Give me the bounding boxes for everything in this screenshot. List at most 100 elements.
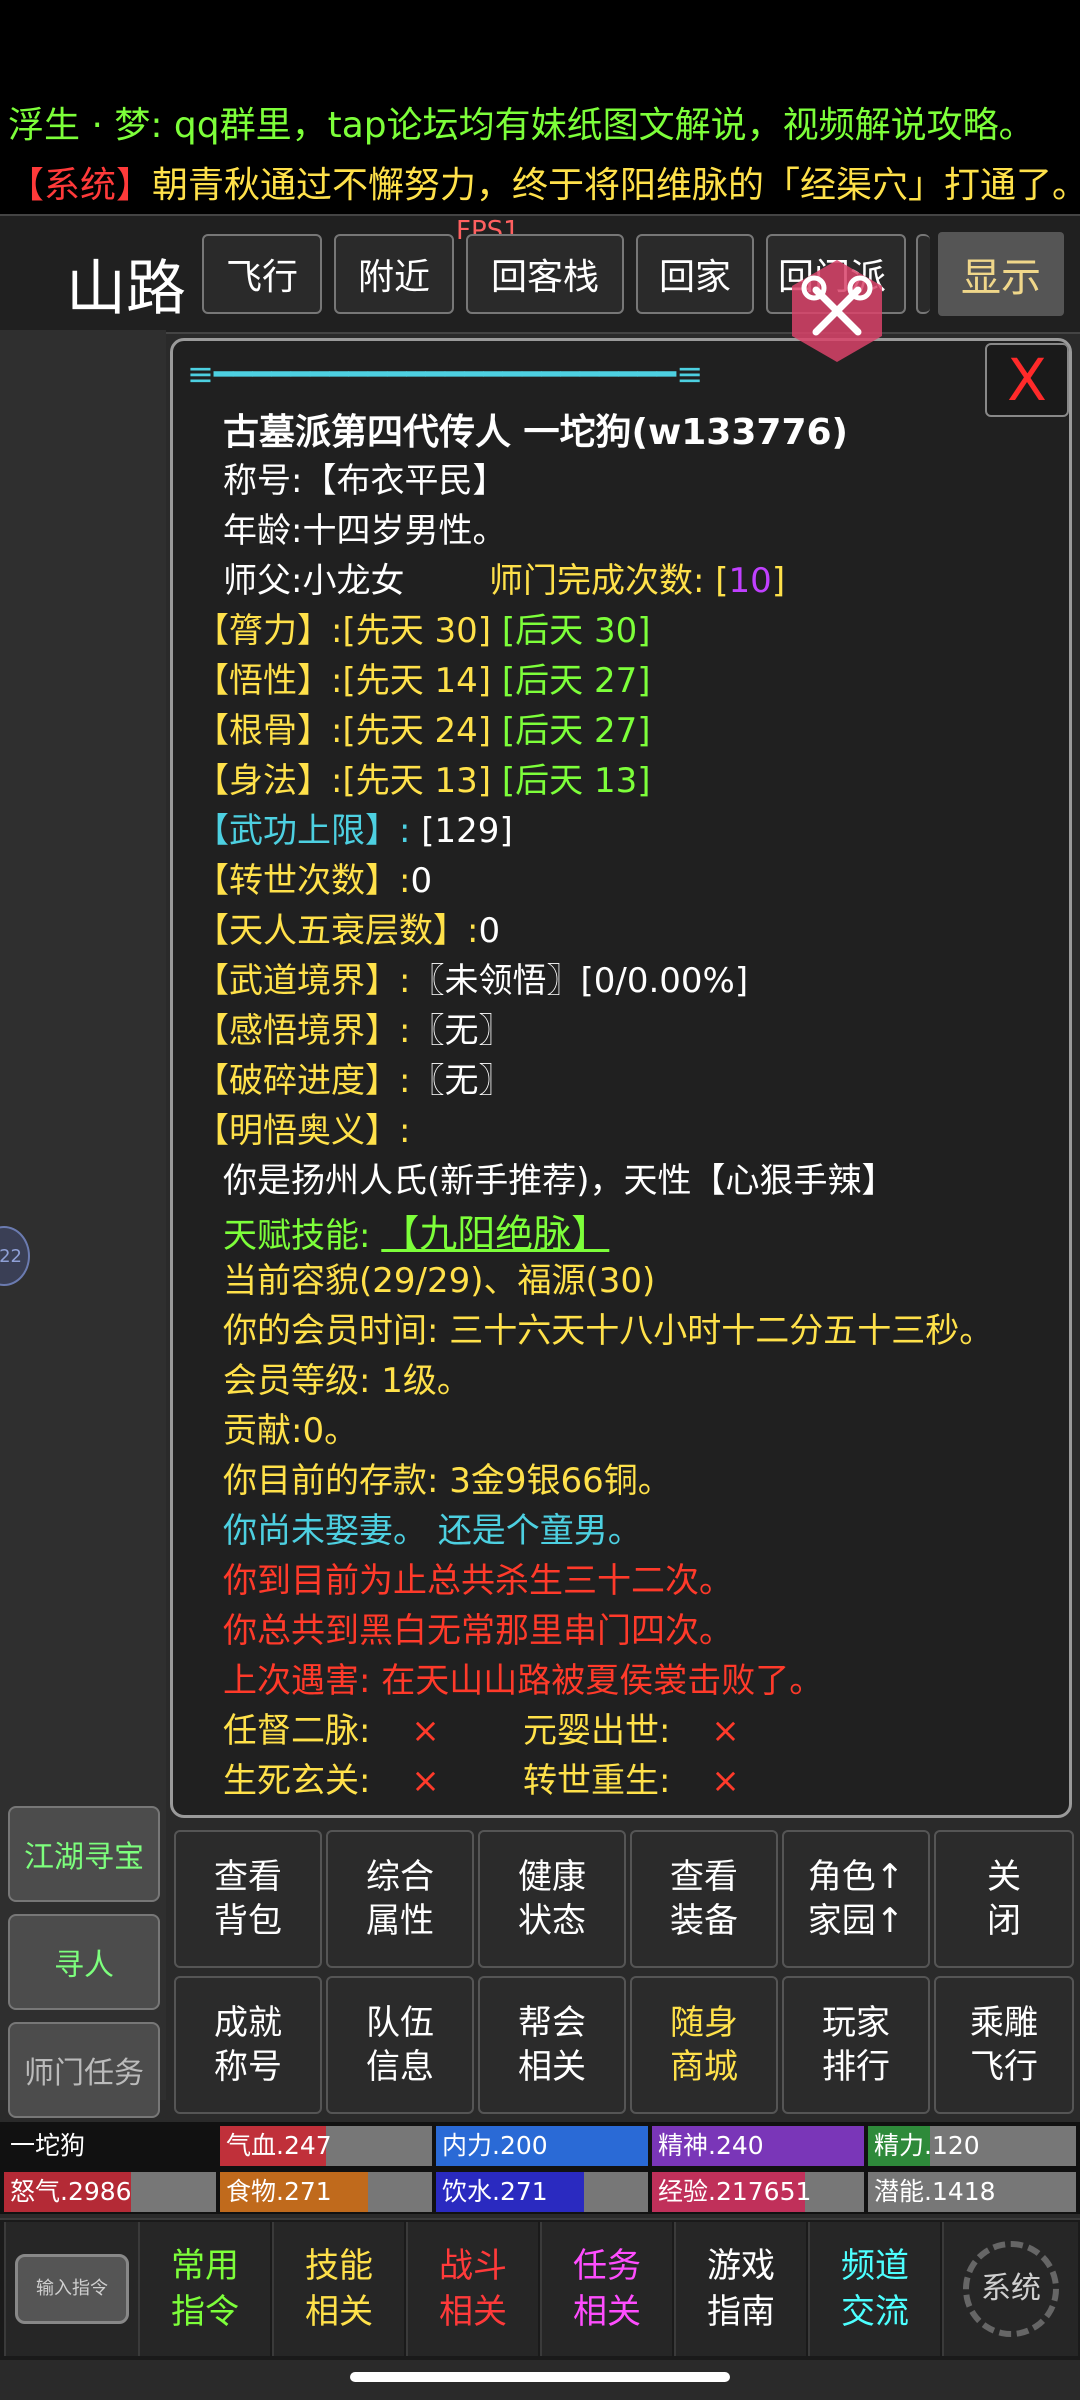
attr-name: 【根骨】:: [195, 711, 343, 751]
achievements-button[interactable]: 成就 称号: [174, 1976, 322, 2114]
food-bar-label: 食物.271: [226, 2177, 332, 2206]
bottom-label: 常用 指令: [171, 2246, 239, 2332]
channel-chat-button[interactable]: 频道 交流: [808, 2222, 940, 2356]
system-label: 系统: [981, 2271, 1041, 2306]
bottom-label: 频道 交流: [841, 2246, 909, 2332]
overall-attributes-button[interactable]: 综合 属性: [326, 1830, 474, 1968]
grid-label: 角色↑ 家园↑: [807, 1857, 905, 1941]
attr-acquired: [后天 27]: [501, 711, 651, 751]
left-panel: 22 江湖寻宝 寻人 师门任务: [0, 330, 166, 2118]
team-info-button[interactable]: 队伍 信息: [326, 1976, 474, 2114]
attr-acquired: [后天 13]: [501, 761, 651, 801]
master-value: 小龙女: [302, 561, 405, 601]
go-home-button[interactable]: 回家: [636, 234, 754, 314]
attr-innate: [先天 24]: [342, 711, 492, 751]
vip-level-text: 会员等级: 1级。: [223, 1361, 471, 1401]
grid-label: 关 闭: [987, 1857, 1021, 1941]
fly-button[interactable]: 飞行: [202, 234, 322, 314]
grid-label: 随身 商城: [670, 2003, 738, 2087]
show-button[interactable]: 显示: [938, 232, 1064, 316]
vip-time-text: 你的会员时间: 三十六天十八小时十二分五十三秒。: [223, 1311, 994, 1351]
input-command-button[interactable]: 输入指令: [4, 2222, 138, 2356]
combat-button[interactable]: 战斗 相关: [406, 2222, 538, 2356]
deaths-text: 你总共到黑白无常那里串门四次。: [223, 1611, 733, 1651]
character-header: 古墓派第四代传人 一坨狗(w133776): [223, 412, 848, 453]
exp-bar-label: 经验.217651: [658, 2177, 812, 2206]
virgin-text: 还是个童男。: [437, 1511, 642, 1551]
grid-close-button[interactable]: 关 闭: [934, 1830, 1074, 1968]
mall-button[interactable]: 随身 商城: [630, 1976, 778, 2114]
common-commands-button[interactable]: 常用 指令: [138, 2222, 270, 2356]
player-name-text: 一坨狗: [10, 2131, 86, 2160]
exp-bar: 经验.217651: [652, 2172, 864, 2212]
energy-bar-label: 精力.120: [874, 2131, 980, 2160]
contribution-text: 贡献:0。: [223, 1411, 359, 1451]
health-status-button[interactable]: 健康 状态: [478, 1830, 626, 1968]
sect-task-button[interactable]: 师门任务: [8, 2022, 160, 2118]
reincarnation-value: 0: [410, 861, 433, 901]
title-row: 称号:【布衣平民】: [223, 453, 506, 502]
attr-row-agility: 【身法】:[先天 13] [后天 13]: [195, 753, 651, 802]
home-indicator[interactable]: [350, 2372, 730, 2382]
meridian-row-1: 任督二脉: ×: [223, 1703, 480, 1752]
game-guide-button[interactable]: 游戏 指南: [674, 2222, 806, 2356]
grid-label: 队伍 信息: [366, 2003, 434, 2087]
meridian-label: 生死玄关:: [223, 1761, 371, 1801]
grid-label: 玩家 排行: [822, 2003, 890, 2087]
talent-link[interactable]: 【九阳绝脉】: [381, 1212, 609, 1256]
meridian-status: ×: [411, 1761, 440, 1801]
gear-icon: 系统: [963, 2241, 1059, 2337]
martial-limit-value: [129]: [421, 811, 513, 851]
master-row: 师父:小龙女: [223, 553, 404, 602]
close-button[interactable]: X: [985, 343, 1069, 417]
settings-tools-icon[interactable]: [782, 256, 892, 366]
eagle-flight-button[interactable]: 乘雕 飞行: [934, 1976, 1074, 2114]
mana-bar: 内力.200: [436, 2126, 648, 2166]
grid-label: 乘雕 飞行: [970, 2003, 1038, 2087]
player-stats-panel: 一坨狗 气血.247 内力.200 精神.240 精力.120 怒气.2986 …: [0, 2122, 1080, 2214]
player-ranking-button[interactable]: 玩家 排行: [782, 1976, 930, 2114]
insight-row: 【感悟境界】:〖无〗: [195, 1003, 512, 1052]
return-inn-button[interactable]: 回客栈: [466, 234, 624, 314]
view-equipment-button[interactable]: 查看 装备: [630, 1830, 778, 1968]
role-home-button[interactable]: 角色↑ 家园↑: [782, 1830, 930, 1968]
meridian-status: ×: [711, 1711, 740, 1751]
bottom-label: 技能 相关: [305, 2246, 373, 2332]
side-floating-icon[interactable]: 22: [0, 1226, 30, 1286]
sect-count-label: 师门完成次数:: [489, 561, 705, 601]
spirit-bar-label: 精神.240: [658, 2131, 764, 2160]
action-grid: 查看 背包 综合 属性 健康 状态 查看 装备 角色↑ 家园↑ 关 闭 成就 称…: [168, 1826, 1080, 2118]
meridian-status: ×: [711, 1761, 740, 1801]
meridian-label: 转世重生:: [523, 1761, 671, 1801]
attr-innate: [先天 13]: [342, 761, 492, 801]
kills-text: 你到目前为止总共杀生三十二次。: [223, 1561, 733, 1601]
food-bar: 食物.271: [220, 2172, 432, 2212]
bottom-label: 游戏 指南: [707, 2246, 775, 2332]
bottom-label: 任务 相关: [573, 2246, 641, 2332]
potential-bar: 潜能.1418: [868, 2172, 1076, 2212]
nearby-button[interactable]: 附近: [334, 234, 454, 314]
quests-button[interactable]: 任务 相关: [540, 2222, 672, 2356]
realm-row: 【武道境界】:〖未领悟〗[0/0.00%]: [195, 953, 748, 1002]
treasure-hunt-button[interactable]: 江湖寻宝: [8, 1806, 160, 1902]
attr-row-strength: 【膂力】:[先天 30] [后天 30]: [195, 603, 651, 652]
attr-row-comprehension: 【悟性】:[先天 14] [后天 27]: [195, 653, 651, 702]
savings-text: 你目前的存款: 3金9银66铜。: [223, 1461, 672, 1501]
grid-label: 健康 状态: [518, 1857, 586, 1941]
rage-bar-label: 怒气.2986: [10, 2177, 132, 2206]
skills-button[interactable]: 技能 相关: [272, 2222, 404, 2356]
marriage-text: 你尚未娶妻。: [223, 1511, 427, 1551]
guild-button[interactable]: 帮会 相关: [478, 1976, 626, 2114]
hp-bar-label: 气血.247: [226, 2131, 332, 2160]
energy-bar: 精力.120: [868, 2126, 1076, 2166]
water-bar-label: 饮水.271: [442, 2177, 548, 2206]
attr-acquired: [后天 27]: [501, 661, 651, 701]
break-row: 【破碎进度】:〖无〗: [195, 1053, 512, 1102]
system-button[interactable]: 系统: [942, 2222, 1078, 2356]
view-bag-button[interactable]: 查看 背包: [174, 1830, 322, 1968]
find-person-button[interactable]: 寻人: [8, 1914, 160, 2010]
status-bar: [0, 0, 1080, 78]
enlightenment-label: 【明悟奥义】:: [195, 1111, 411, 1151]
marriage-row: 你尚未娶妻。 还是个童男。: [223, 1503, 642, 1552]
message-ticker: 浮生 · 梦: qq群里，tap论坛均有妹纸图文解说，视频解说攻略。 【系统】朝…: [0, 78, 1080, 214]
